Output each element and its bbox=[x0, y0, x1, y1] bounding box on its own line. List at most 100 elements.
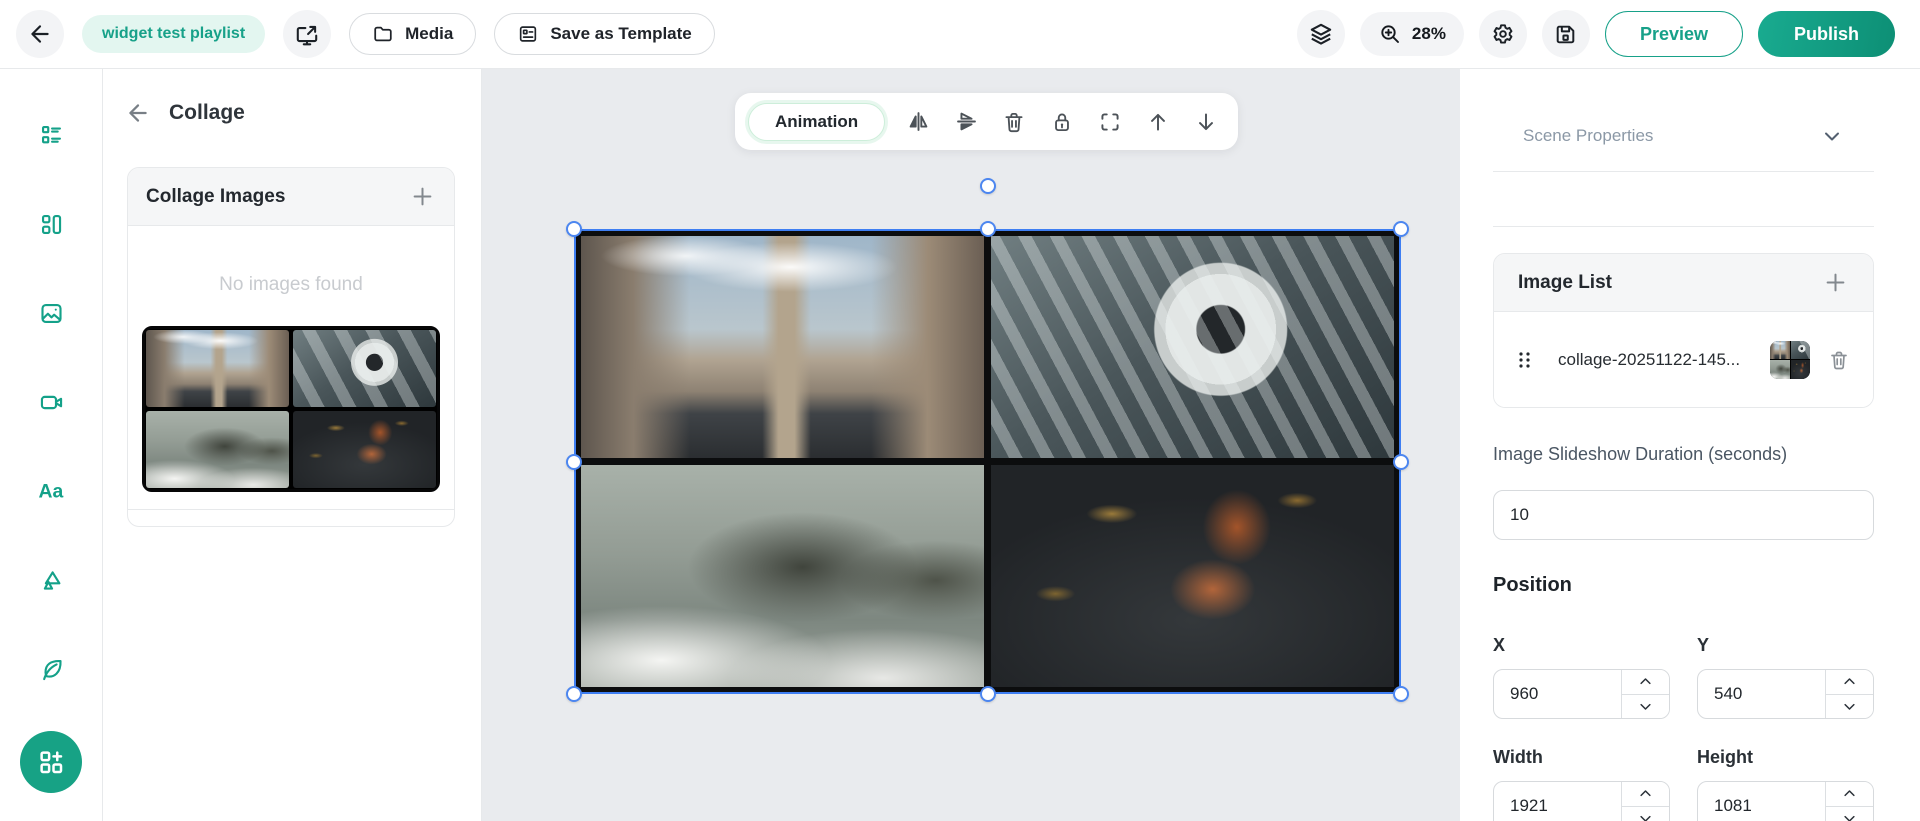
collage-card-footer bbox=[128, 509, 454, 526]
widget-editor-app: widget test playlist Media Save as Templ… bbox=[0, 0, 1920, 821]
sidebar-item-shapes[interactable] bbox=[31, 560, 71, 600]
back-button[interactable] bbox=[16, 10, 64, 58]
arrow-down-icon bbox=[1193, 109, 1219, 135]
save-button[interactable] bbox=[1541, 10, 1590, 58]
media-button-label: Media bbox=[405, 24, 454, 43]
resize-handle-se[interactable] bbox=[1393, 686, 1409, 702]
trash-icon bbox=[1827, 348, 1851, 372]
selected-collage-widget[interactable] bbox=[566, 178, 1409, 702]
flip-vertical-button[interactable] bbox=[951, 107, 981, 137]
collage-images-card-header: Collage Images bbox=[128, 168, 454, 226]
sidebar-item-text[interactable]: Aa bbox=[31, 471, 71, 511]
height-input[interactable] bbox=[1698, 782, 1825, 821]
height-step-down-button[interactable] bbox=[1826, 806, 1873, 821]
publish-button[interactable]: Publish bbox=[1757, 11, 1895, 57]
y-field bbox=[1697, 669, 1874, 719]
flip-horizontal-icon bbox=[905, 108, 932, 135]
media-button[interactable]: Media bbox=[349, 13, 477, 55]
resize-handle-sw[interactable] bbox=[566, 686, 582, 702]
drag-handle-icon[interactable] bbox=[1516, 349, 1534, 371]
add-collage-image-button[interactable] bbox=[409, 183, 436, 210]
lock-button[interactable] bbox=[1047, 107, 1077, 137]
divider bbox=[1493, 226, 1874, 227]
chevron-down-icon bbox=[1820, 124, 1844, 148]
editor-canvas[interactable]: Animation bbox=[482, 69, 1460, 821]
add-image-button[interactable] bbox=[1822, 269, 1849, 296]
template-icon bbox=[517, 23, 539, 45]
playlist-name-badge[interactable]: widget test playlist bbox=[82, 15, 266, 53]
x-stepper bbox=[1621, 670, 1669, 718]
collage-panel-header: Collage bbox=[103, 69, 481, 126]
zoom-control[interactable]: 28% bbox=[1359, 12, 1464, 56]
sidebar-item-playlists[interactable] bbox=[31, 115, 71, 155]
width-input[interactable] bbox=[1494, 782, 1621, 821]
height-step-up-button[interactable] bbox=[1826, 782, 1873, 807]
animation-button[interactable]: Animation bbox=[748, 102, 886, 141]
add-widget-icon bbox=[36, 747, 66, 777]
sidebar-item-widgets[interactable] bbox=[31, 204, 71, 244]
properties-panel: Scene Properties Image List collage-2025… bbox=[1460, 69, 1920, 821]
resize-handle-n[interactable] bbox=[979, 221, 996, 237]
image-list-title: Image List bbox=[1518, 271, 1612, 293]
gear-icon bbox=[1490, 21, 1516, 47]
topbar-right-cluster: 28% Preview Publish bbox=[1296, 10, 1895, 58]
sidebar-item-videos[interactable] bbox=[31, 382, 71, 422]
y-input[interactable] bbox=[1698, 670, 1825, 718]
x-label: X bbox=[1493, 635, 1506, 655]
width-step-down-button[interactable] bbox=[1622, 806, 1669, 821]
scene-properties-label: Scene Properties bbox=[1523, 126, 1654, 145]
slideshow-duration-label: Image Slideshow Duration (seconds) bbox=[1493, 444, 1788, 464]
save-as-template-button[interactable]: Save as Template bbox=[494, 13, 715, 55]
image-list-item[interactable]: collage-20251122-145... bbox=[1494, 312, 1873, 407]
x-input[interactable] bbox=[1494, 670, 1621, 718]
height-label: Height bbox=[1697, 747, 1753, 767]
slideshow-duration-input[interactable] bbox=[1493, 490, 1874, 540]
coffee-cup-photo bbox=[1790, 340, 1810, 359]
y-label: Y bbox=[1697, 635, 1710, 655]
trash-icon bbox=[1001, 109, 1027, 135]
delete-image-button[interactable] bbox=[1827, 348, 1851, 372]
fullscreen-button[interactable] bbox=[1095, 107, 1125, 137]
leaf-icon bbox=[38, 656, 65, 683]
resize-handle-e[interactable] bbox=[1393, 453, 1409, 470]
shapes-icon bbox=[38, 567, 65, 594]
layers-button[interactable] bbox=[1296, 10, 1345, 58]
sidebar-item-images[interactable] bbox=[31, 293, 71, 333]
scene-properties-toggle[interactable]: Scene Properties bbox=[1493, 124, 1874, 148]
move-up-button[interactable] bbox=[1143, 107, 1173, 137]
coffee-cup-photo bbox=[293, 330, 436, 407]
image-list-header: Image List bbox=[1494, 254, 1873, 312]
video-camera-icon bbox=[38, 389, 65, 416]
save-floppy-icon bbox=[1553, 22, 1578, 47]
add-widget-fab[interactable] bbox=[20, 731, 82, 793]
x-step-down-button[interactable] bbox=[1622, 694, 1669, 718]
svg-text:Aa: Aa bbox=[39, 480, 64, 502]
move-down-button[interactable] bbox=[1191, 107, 1221, 137]
resize-handle-w[interactable] bbox=[566, 453, 582, 470]
resize-handle-nw[interactable] bbox=[566, 221, 582, 237]
resize-handle-s[interactable] bbox=[979, 686, 996, 702]
cast-screen-button[interactable] bbox=[283, 10, 332, 58]
squirrel-photo bbox=[293, 411, 436, 488]
squirrel-photo bbox=[1790, 360, 1810, 379]
collage-back-button[interactable] bbox=[125, 100, 151, 126]
delete-button[interactable] bbox=[999, 107, 1029, 137]
playlist-icon bbox=[38, 122, 65, 149]
resize-handle-ne[interactable] bbox=[1393, 221, 1409, 237]
y-step-down-button[interactable] bbox=[1826, 694, 1873, 718]
arrow-up-icon bbox=[1145, 109, 1171, 135]
divider bbox=[1493, 171, 1874, 172]
width-step-up-button[interactable] bbox=[1622, 782, 1669, 807]
height-field bbox=[1697, 781, 1874, 821]
settings-button[interactable] bbox=[1478, 10, 1527, 58]
collage-preview-thumbnail[interactable] bbox=[142, 326, 440, 492]
preview-button[interactable]: Preview bbox=[1604, 11, 1743, 57]
flip-horizontal-button[interactable] bbox=[903, 107, 933, 137]
back-arrow-icon bbox=[125, 100, 151, 126]
position-heading: Position bbox=[1493, 574, 1572, 596]
rotate-handle[interactable] bbox=[979, 178, 996, 194]
sidebar-item-eco[interactable] bbox=[31, 649, 71, 689]
y-step-up-button[interactable] bbox=[1826, 670, 1873, 695]
plus-icon bbox=[1822, 269, 1849, 296]
x-step-up-button[interactable] bbox=[1622, 670, 1669, 695]
